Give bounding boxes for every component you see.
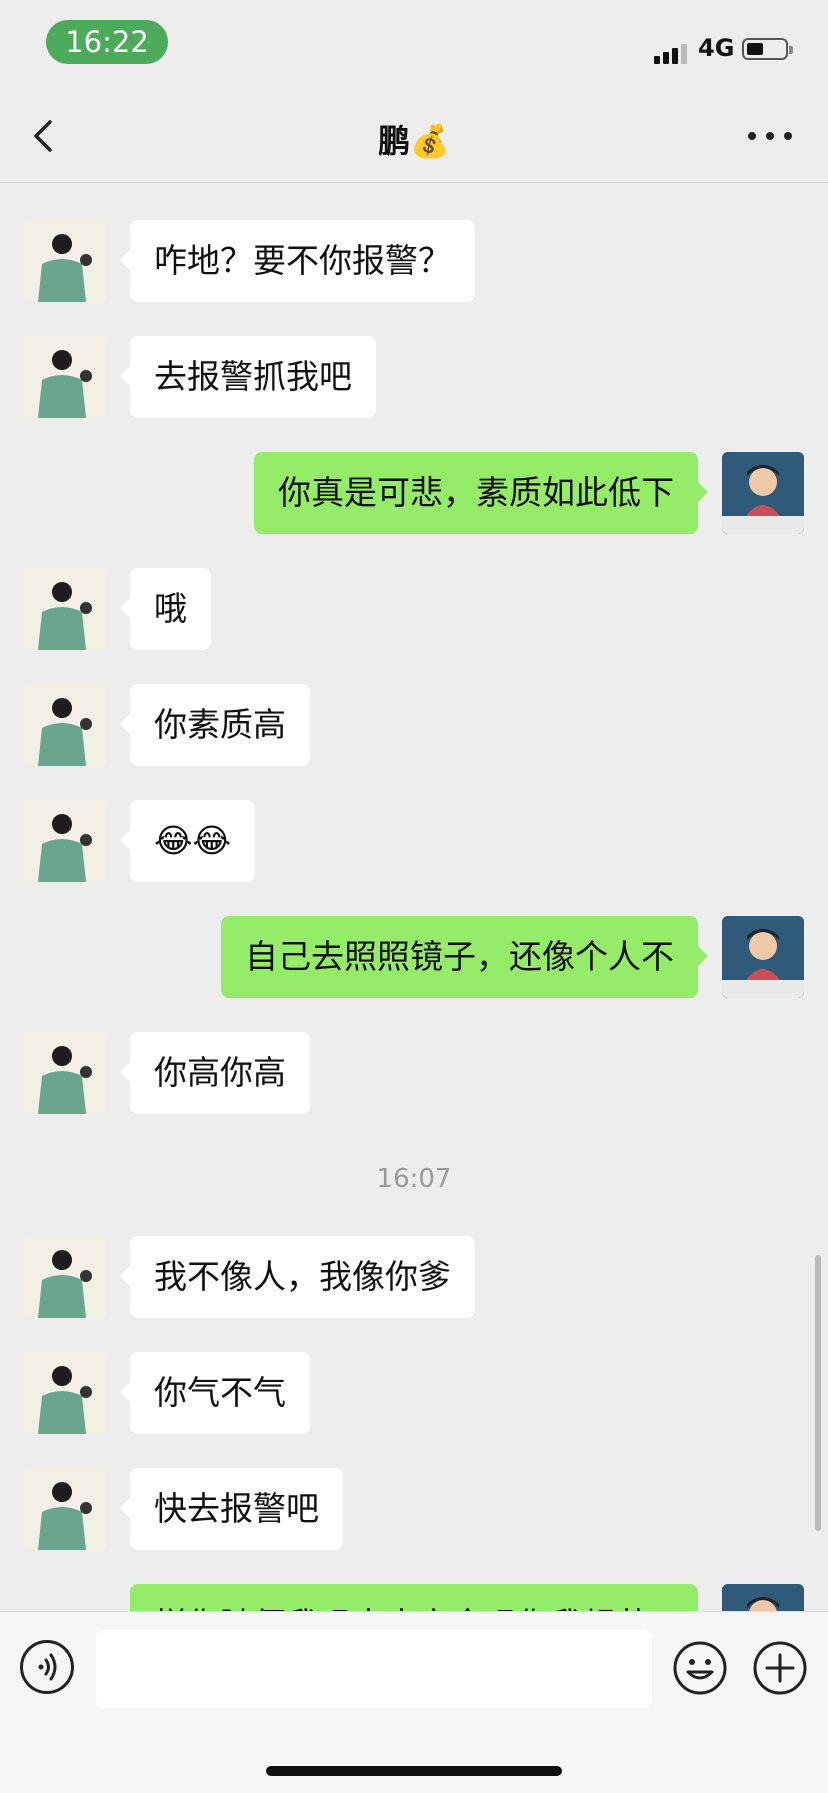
status-bar: 16:22 4G bbox=[0, 0, 828, 90]
message-bubble[interactable]: 样你随便我吗古古安全吗你我规范 bbox=[130, 1584, 698, 1611]
network-type: 4G bbox=[698, 34, 735, 62]
contact-avatar[interactable] bbox=[24, 568, 106, 650]
contact-avatar[interactable] bbox=[24, 336, 106, 418]
message-bubble[interactable]: 你气不气 bbox=[120, 1352, 310, 1434]
my-avatar[interactable] bbox=[722, 452, 804, 534]
message-bubble[interactable]: 自己去照照镜子，还像个人不 bbox=[221, 916, 708, 998]
message-bubble[interactable]: 😂😂 bbox=[119, 800, 256, 882]
status-time: 16:22 bbox=[46, 20, 168, 64]
contact-avatar[interactable] bbox=[24, 1032, 106, 1114]
scrollbar[interactable] bbox=[815, 1255, 821, 1531]
my-avatar[interactable] bbox=[722, 1584, 804, 1611]
chat-title: 鹏💰 bbox=[378, 122, 450, 160]
contact-avatar[interactable] bbox=[24, 1352, 106, 1434]
message-timestamp: 16:07 bbox=[376, 1164, 452, 1194]
home-indicator[interactable] bbox=[266, 1766, 562, 1776]
message-bubble[interactable]: 你高你高 bbox=[120, 1032, 310, 1114]
contact-avatar[interactable] bbox=[24, 1236, 106, 1318]
plus-icon[interactable] bbox=[752, 1640, 808, 1696]
contact-avatar[interactable] bbox=[24, 220, 106, 302]
message-bubble[interactable]: 你真是可悲，素质如此低下 bbox=[254, 452, 708, 534]
message-bubble[interactable]: 去报警抓我吧 bbox=[120, 336, 376, 418]
cellular-signal-icon bbox=[654, 40, 688, 64]
contact-avatar[interactable] bbox=[24, 1468, 106, 1550]
battery-icon bbox=[742, 38, 793, 60]
message-bubble[interactable]: 你素质高 bbox=[120, 684, 310, 766]
message-bubble[interactable]: 快去报警吧 bbox=[120, 1468, 343, 1550]
message-bubble[interactable]: 咋地？要不你报警？ bbox=[120, 220, 475, 302]
message-bubble[interactable]: 哦 bbox=[120, 568, 211, 650]
contact-avatar[interactable] bbox=[24, 800, 106, 882]
message-input[interactable] bbox=[96, 1630, 652, 1708]
contact-avatar[interactable] bbox=[24, 684, 106, 766]
message-list[interactable]: 咋地？要不你报警？ 去报警抓我吧 你真是可悲，素质如此低下 哦 你素质高 😂😂 bbox=[0, 183, 828, 1611]
chat-header: 鹏💰 bbox=[0, 90, 828, 183]
emoji-icon[interactable] bbox=[672, 1640, 728, 1696]
more-options-icon[interactable] bbox=[748, 132, 792, 142]
message-bubble[interactable]: 我不像人，我像你爹 bbox=[120, 1236, 475, 1318]
voice-input-icon[interactable] bbox=[20, 1640, 74, 1694]
my-avatar[interactable] bbox=[722, 916, 804, 998]
input-bar bbox=[0, 1611, 828, 1793]
